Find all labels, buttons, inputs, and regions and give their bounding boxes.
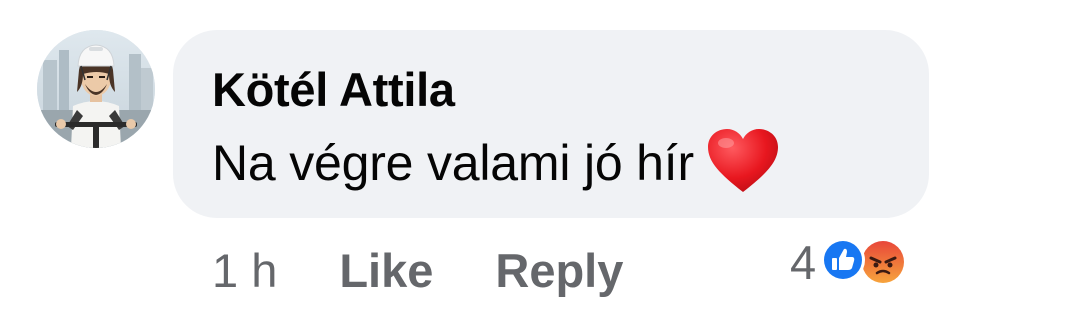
comment-text: Na végre valami jó hír [212,135,694,191]
reaction-summary[interactable]: 4 [790,234,916,290]
author-avatar[interactable] [37,30,155,148]
comment-screen: Kötél Attila Na végre valami jó hír 1 h … [0,0,1080,331]
comment-actions: 1 h Like Reply [212,240,623,300]
reply-button[interactable]: Reply [495,243,623,298]
comment-body: Na végre valami jó hír [212,128,780,198]
comment-timestamp[interactable]: 1 h [212,243,277,298]
avatar-illustration-icon [37,30,155,148]
reaction-count: 4 [790,235,817,289]
reaction-icons [820,237,916,287]
like-button[interactable]: Like [339,243,433,298]
like-reaction-icon [820,237,866,288]
comment-author-name[interactable]: Kötél Attila [212,62,455,117]
red-heart-icon [706,128,780,199]
previous-comment-text-fragment [528,0,608,4]
